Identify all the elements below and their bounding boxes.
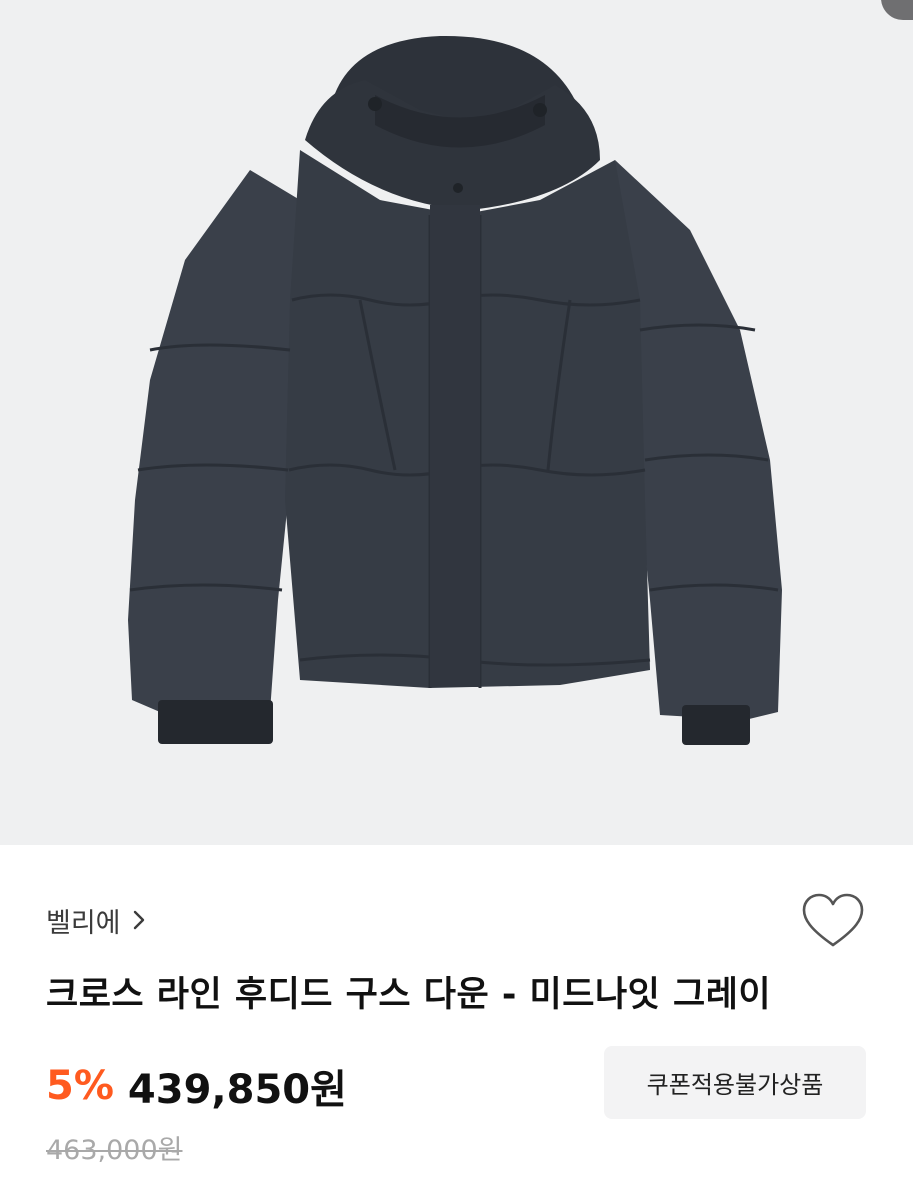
sale-price: 439,850원 [127, 1067, 347, 1113]
brand-name: 벨리에 [46, 907, 121, 939]
product-image[interactable] [0, 0, 913, 845]
chevron-right-icon [133, 910, 144, 930]
discount-rate: 5% [46, 1063, 114, 1109]
price-row: 5% 439,850원 [46, 1058, 347, 1114]
original-price: 463,000원 [46, 1135, 183, 1166]
jacket-illustration [128, 35, 782, 745]
coupon-badge[interactable]: 쿠폰적용불가상품 [604, 1046, 866, 1119]
brand-link[interactable]: 벨리에 [46, 900, 147, 940]
heart-outline-icon[interactable] [802, 893, 864, 951]
product-title: 크로스 라인 후디드 구스 다운 - 미드나잇 그레이 [46, 975, 772, 1015]
